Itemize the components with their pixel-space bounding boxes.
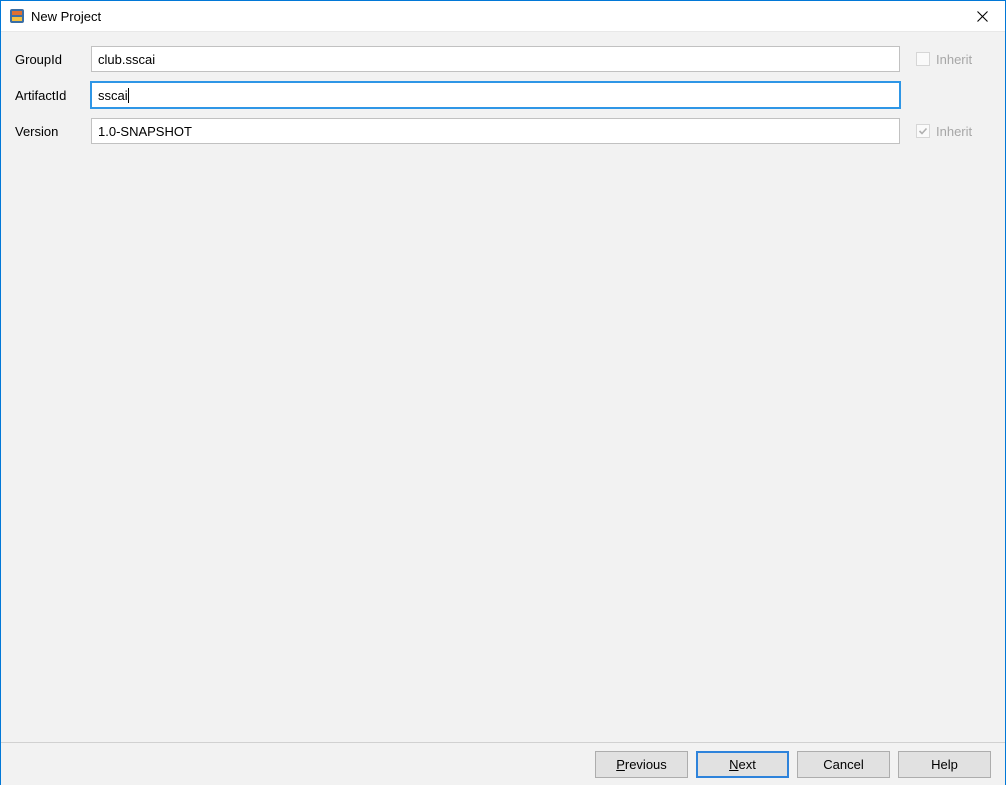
artifactid-row: ArtifactId sscai xyxy=(15,82,991,108)
text-caret xyxy=(128,88,129,103)
cancel-button[interactable]: Cancel xyxy=(797,751,890,778)
groupid-input[interactable] xyxy=(91,46,900,72)
groupid-row: GroupId Inherit xyxy=(15,46,991,72)
groupid-inherit-checkbox xyxy=(916,52,930,66)
version-inherit-checkbox xyxy=(916,124,930,138)
app-icon xyxy=(9,8,25,24)
previous-button[interactable]: Previous xyxy=(595,751,688,778)
next-button[interactable]: Next xyxy=(696,751,789,778)
version-label: Version xyxy=(15,124,91,139)
check-icon xyxy=(918,126,928,136)
artifactid-label: ArtifactId xyxy=(15,88,91,103)
titlebar: New Project xyxy=(1,1,1005,32)
help-button[interactable]: Help xyxy=(898,751,991,778)
groupid-inherit-label: Inherit xyxy=(936,52,972,67)
close-icon xyxy=(977,11,988,22)
groupid-inherit-wrap: Inherit xyxy=(916,52,991,67)
version-inherit-wrap: Inherit xyxy=(916,124,991,139)
version-input[interactable] xyxy=(91,118,900,144)
content-area: GroupId Inherit ArtifactId sscai Version xyxy=(1,32,1005,742)
close-button[interactable] xyxy=(960,1,1005,31)
window-title: New Project xyxy=(31,9,101,24)
footer: Previous Next Cancel Help xyxy=(1,742,1005,785)
artifactid-input[interactable]: sscai xyxy=(91,82,900,108)
groupid-label: GroupId xyxy=(15,52,91,67)
version-row: Version Inherit xyxy=(15,118,991,144)
version-inherit-label: Inherit xyxy=(936,124,972,139)
